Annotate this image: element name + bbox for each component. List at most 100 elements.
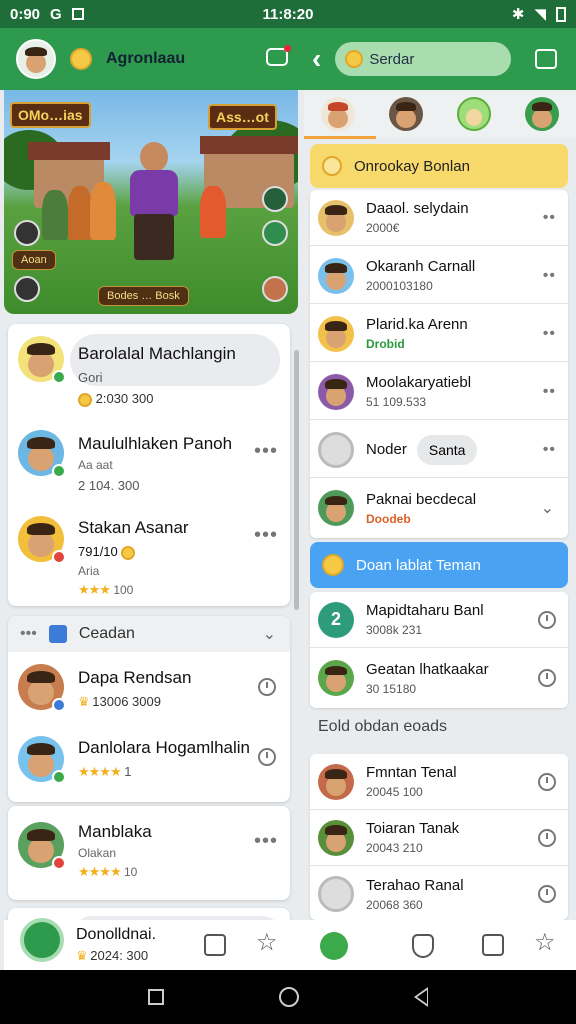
list-item-name: Okaranh Carnall (366, 258, 476, 275)
clock-icon[interactable] (538, 828, 556, 847)
list-item[interactable]: Maululhlaken Panoh Aa aat 2 104. 300 ••• (8, 422, 290, 493)
list-item[interactable]: Fmntan Tenal 20045 100 (310, 754, 568, 810)
list-item[interactable]: Stakan Asanar 791/10 Aria ★★★ 100 ••• (8, 510, 290, 597)
list-item[interactable]: Daaol. selydain 2000€ •• (310, 190, 568, 246)
user-avatar[interactable] (16, 39, 56, 79)
right-list-card-1: Daaol. selydain 2000€ •• Okaranh Carnall 2… (310, 190, 568, 538)
more-options-icon[interactable]: •• (543, 441, 556, 459)
more-options-icon[interactable]: ••• (254, 830, 278, 853)
list-item[interactable]: Moolakaryatiebl 51 109.533 •• (310, 364, 568, 420)
recents-icon[interactable] (147, 989, 164, 1005)
more-options-icon[interactable]: •• (543, 267, 556, 285)
banner-right-icon-2[interactable] (262, 220, 288, 246)
banner-sign-left: OMo…ias (10, 102, 91, 128)
list-item[interactable]: Dapa Rendsan ♛ 13006 3009 (8, 660, 290, 720)
list-item[interactable]: Terahao Ranal 20068 360 (310, 866, 568, 922)
list-item-chip[interactable]: Santa (416, 434, 478, 465)
app-bar: Agronlaau ‹ Serdar (0, 28, 576, 90)
bottom-bar: Donolldnai. ♛ 2024: 300 ☆ ☆ (4, 918, 576, 970)
more-options-icon[interactable]: •• (543, 383, 556, 401)
more-horizontal-icon[interactable]: ••• (20, 625, 37, 643)
green-home-icon[interactable] (320, 932, 348, 960)
document-icon[interactable] (204, 934, 226, 956)
list-item[interactable]: Geatan lhatkaakar 30 15180 (310, 650, 568, 706)
list-item[interactable]: Manblaka Olakan ★★★★ 10 ••• (8, 816, 290, 886)
chat-icon[interactable] (535, 49, 558, 69)
left-section-card: ••• Ceadan ⌄ Dapa Rendsan ♛ 13006 3009 D… (8, 616, 290, 802)
clock-icon[interactable] (538, 610, 556, 629)
list-item-name: Paknai becdecal (366, 490, 477, 508)
list-item-meta: 2 104. 300 (78, 478, 140, 493)
star-icon[interactable]: ☆ (256, 928, 278, 957)
more-options-icon[interactable]: •• (543, 325, 556, 343)
more-options-icon[interactable]: •• (543, 209, 556, 227)
avatar (18, 336, 66, 384)
list-item[interactable]: Danlolara Hogamlhalin ★★★★ 1 (8, 732, 290, 792)
back-icon[interactable] (414, 987, 429, 1007)
game-banner[interactable]: OMo…ias Ass…ot Aoan Bodes … Bosk (4, 90, 298, 314)
list-number-icon: 2 (318, 601, 354, 638)
tab-avatar-2[interactable] (389, 97, 423, 131)
clock-icon[interactable] (258, 678, 276, 696)
banner-button[interactable]: Bodes … Bosk (98, 286, 189, 306)
message-icon[interactable] (266, 45, 291, 66)
clock-icon[interactable] (538, 772, 556, 791)
list-item-sub: Doodeb (366, 511, 411, 526)
system-nav-bar (0, 970, 576, 1024)
star-icon-2[interactable]: ☆ (534, 928, 556, 957)
right-header-blue: Doan lablat Teman (310, 542, 568, 588)
rating-stars: ★★★★ (78, 764, 122, 779)
list-item-name: Danlolara Hogamlhalin (78, 738, 250, 757)
section-title: Ceadan (78, 625, 135, 642)
banner-right-icon-1[interactable] (262, 186, 288, 212)
clock-icon[interactable] (258, 748, 276, 766)
clock-icon[interactable] (538, 669, 556, 687)
list-item-sub: 2000€ (366, 221, 400, 235)
list-item-sub: 51 109.533 (366, 395, 427, 409)
list-item[interactable]: Toiaran Tanak 20043 210 (310, 810, 568, 866)
bluetooth-icon: ✱ (511, 6, 525, 23)
right-section-label: Eold obdan eoads (318, 718, 447, 735)
list-item-sub: 791/10 (78, 544, 118, 559)
clock-icon[interactable] (538, 885, 556, 903)
back-arrow-icon[interactable]: ‹ (312, 45, 321, 73)
list-item[interactable]: Plarid.ka Arenn Drobid •• (310, 306, 568, 362)
tab-bar (304, 90, 576, 138)
banner-left-icon-2[interactable] (14, 276, 40, 302)
list-item-sub: 20068 360 (366, 897, 423, 912)
bottom-item-meta: 2024: 300 (90, 948, 149, 963)
list-item[interactable]: Barolalal Machlangin Gori 2:030 300 (8, 334, 290, 407)
right-header-yellow: Onrookay Bonlan (310, 144, 568, 188)
status-center-time: 11:8:20 (262, 5, 314, 23)
chevron-down-icon[interactable]: ⌄ (263, 624, 276, 644)
list-item[interactable]: Okaranh Carnall 2000103180 •• (310, 248, 568, 304)
notification-icon (71, 8, 84, 20)
tab-avatar-4[interactable] (525, 97, 559, 131)
list-item-name: Mapidtaharu Banl (366, 602, 484, 619)
chevron-down-icon[interactable]: ⌄ (541, 498, 554, 518)
document-icon-2[interactable] (482, 934, 504, 956)
tab-indicator (304, 136, 376, 139)
banner-right-icon-3[interactable] (262, 276, 288, 302)
search-input[interactable]: Serdar (335, 42, 512, 76)
more-options-icon[interactable]: ••• (254, 440, 278, 463)
shield-icon[interactable] (412, 934, 434, 958)
home-icon[interactable] (278, 987, 299, 1007)
status-time: 0:90 (10, 5, 41, 23)
tab-avatar-1[interactable] (321, 97, 355, 131)
avatar (318, 763, 354, 800)
rating-stars: ★★★ (78, 581, 111, 597)
banner-left-icon-1[interactable] (14, 220, 40, 246)
avatar (318, 373, 354, 410)
more-options-icon[interactable]: ••• (254, 524, 278, 547)
home-logo-icon[interactable] (20, 918, 64, 962)
banner-sign-right: Ass…ot (208, 104, 277, 130)
list-item[interactable]: Noder Santa •• (310, 422, 568, 478)
list-item[interactable]: Paknai becdecal Doodeb ⌄ (310, 480, 568, 536)
list-item[interactable]: 2 Mapidtaharu Banl 3008k 231 (310, 592, 568, 648)
tab-avatar-3[interactable] (457, 97, 491, 131)
list-item-sub: Gori (78, 370, 103, 385)
left-scrollbar[interactable] (294, 350, 299, 610)
header-emoji-icon (322, 156, 342, 176)
left-friends-card: Barolalal Machlangin Gori 2:030 300 Maul… (8, 324, 290, 606)
